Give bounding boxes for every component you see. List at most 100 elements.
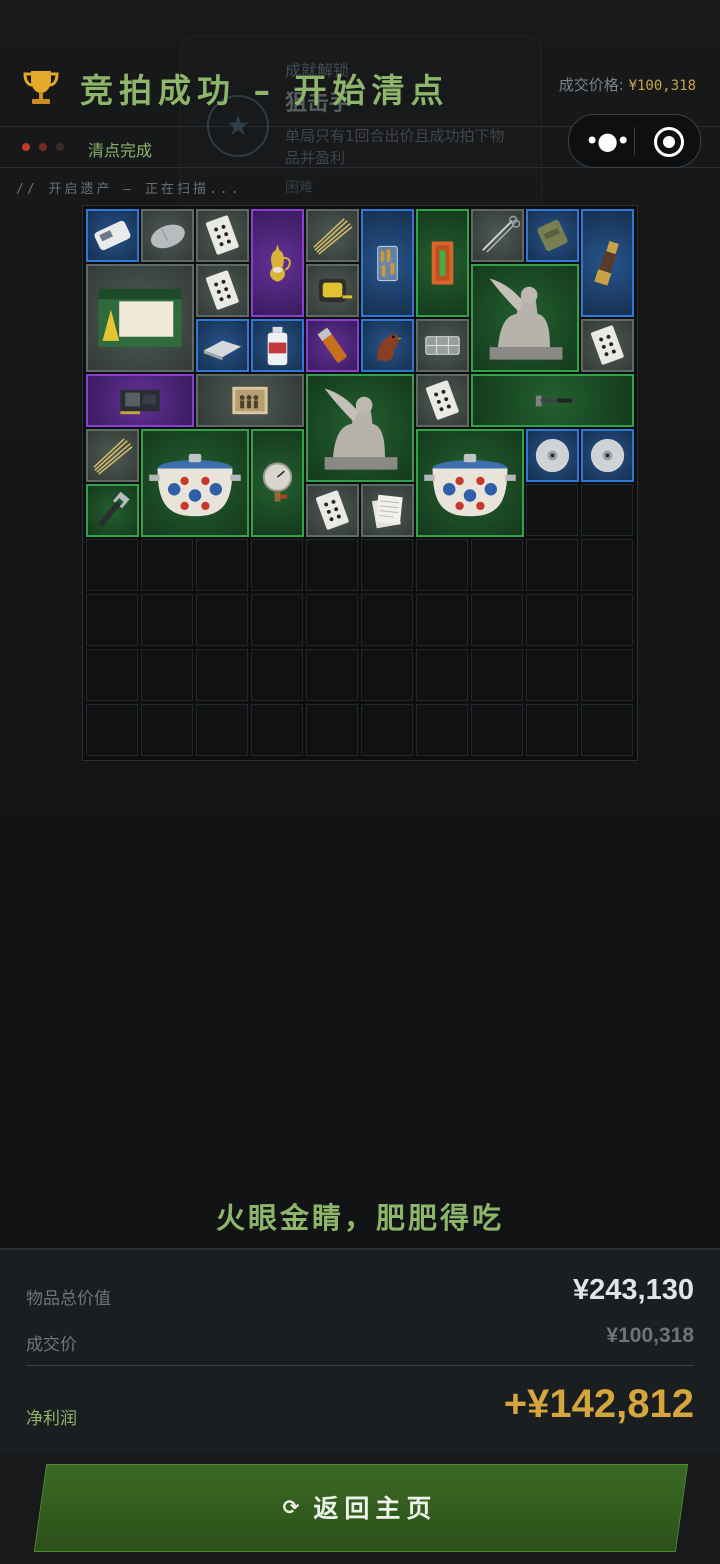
- return-home-label: 返回主页: [313, 1494, 438, 1523]
- papers-icon: [371, 494, 403, 529]
- item-sphinx-statue[interactable]: [471, 264, 579, 372]
- grid-cell: [86, 594, 138, 646]
- status-dot: [56, 143, 64, 151]
- deal-price-value: ¥100,318: [628, 78, 696, 94]
- card-icon: [590, 325, 624, 365]
- item-wrench[interactable]: [86, 484, 139, 537]
- grid-cell: [251, 594, 303, 646]
- grid-cell: [471, 594, 523, 646]
- deal-price-row-label: 成交价: [26, 1335, 77, 1355]
- item-medicine-bottle[interactable]: [251, 319, 304, 372]
- item-orange-case[interactable]: [416, 209, 469, 317]
- grid-cell: [196, 594, 248, 646]
- item-sphinx-statue[interactable]: [306, 374, 414, 482]
- item-wooden-bird[interactable]: [361, 319, 414, 372]
- item-sledgehammer[interactable]: [471, 374, 634, 427]
- item-gold-wire[interactable]: [306, 209, 359, 262]
- item-ammo-jar[interactable]: [361, 209, 414, 317]
- grid-cell: [416, 539, 468, 591]
- grid-cell: [361, 539, 413, 591]
- disc-icon: [590, 438, 625, 473]
- toast-description: 单局只有1回合出价且成功拍下物品并盈利: [285, 127, 505, 167]
- pot-icon: [424, 453, 516, 517]
- deal-price-row: 成交价 ¥100,318: [26, 1322, 694, 1358]
- status-dots: [22, 143, 64, 151]
- wire-icon: [93, 438, 133, 475]
- gpu-icon: [120, 389, 160, 415]
- tape-icon: [318, 278, 353, 303]
- item-ration-pack[interactable]: [526, 209, 579, 262]
- grid-cell: [581, 594, 633, 646]
- item-lighter[interactable]: [306, 319, 359, 372]
- summary-panel: 物品总价值 ¥243,130 成交价 ¥100,318 净利润 +¥142,81…: [0, 1248, 720, 1454]
- grid-cell: [251, 539, 303, 591]
- grid-cell: [251, 649, 303, 701]
- grid-cell: [141, 649, 193, 701]
- grid-cell: [416, 649, 468, 701]
- grid-cell: [306, 649, 358, 701]
- status-dot: [39, 143, 47, 151]
- more-dots-icon[interactable]: •●•: [585, 128, 630, 154]
- grid-cell: [196, 704, 248, 756]
- deal-price: 成交价格: ¥100,318: [559, 74, 696, 95]
- handheld-device-icon: [94, 220, 131, 251]
- scan-text: // 开启遗产 – 正在扫描...: [16, 182, 242, 197]
- deal-price-row-value: ¥100,318: [606, 1324, 694, 1347]
- item-handheld-device[interactable]: [86, 209, 139, 262]
- item-paper-stack[interactable]: [361, 484, 414, 537]
- disc-icon: [535, 438, 570, 473]
- pot-icon: [149, 453, 241, 517]
- plate-icon: [203, 340, 242, 361]
- grid-cell: [86, 704, 138, 756]
- item-playing-card[interactable]: [196, 264, 249, 317]
- grid-cell: [361, 704, 413, 756]
- grid-cell: [141, 704, 193, 756]
- grid-cell: [141, 539, 193, 591]
- item-disc[interactable]: [581, 429, 634, 482]
- scissors-icon: [482, 215, 521, 253]
- item-playing-card[interactable]: [196, 209, 249, 262]
- summary-divider: [26, 1365, 694, 1366]
- grid-cell: [251, 704, 303, 756]
- item-enamel-pot[interactable]: [416, 429, 524, 537]
- item-computer-mouse[interactable]: [141, 209, 194, 262]
- gauge-icon: [262, 462, 293, 502]
- grid-cell: [86, 649, 138, 701]
- wire-icon: [313, 218, 353, 255]
- item-golden-ewer[interactable]: [251, 209, 304, 317]
- grid-cell: [306, 539, 358, 591]
- total-value-row: 物品总价值 ¥243,130: [26, 1274, 694, 1314]
- page-title: 竞拍成功 – 开始清点: [80, 71, 450, 110]
- card-icon: [205, 215, 239, 255]
- item-tape-measure[interactable]: [306, 264, 359, 317]
- item-disc[interactable]: [526, 429, 579, 482]
- item-emergency-candles[interactable]: [86, 264, 194, 372]
- item-graphics-card[interactable]: [86, 374, 194, 427]
- grid-cell: [526, 649, 578, 701]
- grid-cell: [581, 649, 633, 701]
- item-scissors[interactable]: [471, 209, 524, 262]
- target-close-icon[interactable]: [654, 127, 684, 157]
- grid-cell: [581, 484, 633, 536]
- status-dot: [22, 143, 30, 151]
- item-metal-plate[interactable]: [196, 319, 249, 372]
- item-playing-card[interactable]: [416, 374, 469, 427]
- sphinx-icon: [489, 278, 563, 360]
- tray-icon: [425, 336, 460, 355]
- item-pressure-gauge[interactable]: [251, 429, 304, 537]
- item-old-photo[interactable]: [196, 374, 304, 427]
- grid-cell: [526, 539, 578, 591]
- grid-cell: [306, 594, 358, 646]
- item-telescope[interactable]: [581, 209, 634, 317]
- item-playing-card[interactable]: [581, 319, 634, 372]
- item-plastic-tray[interactable]: [416, 319, 469, 372]
- return-home-button-content[interactable]: ⟳ 返回主页: [0, 1464, 720, 1550]
- photo-icon: [232, 386, 268, 415]
- grid-cell: [526, 594, 578, 646]
- item-enamel-pot[interactable]: [141, 429, 249, 537]
- refresh-icon: ⟳: [282, 1495, 300, 1519]
- item-playing-card[interactable]: [306, 484, 359, 537]
- mini-program-capsule: •●•: [568, 114, 701, 168]
- item-gold-wire[interactable]: [86, 429, 139, 482]
- grid-cell: [196, 649, 248, 701]
